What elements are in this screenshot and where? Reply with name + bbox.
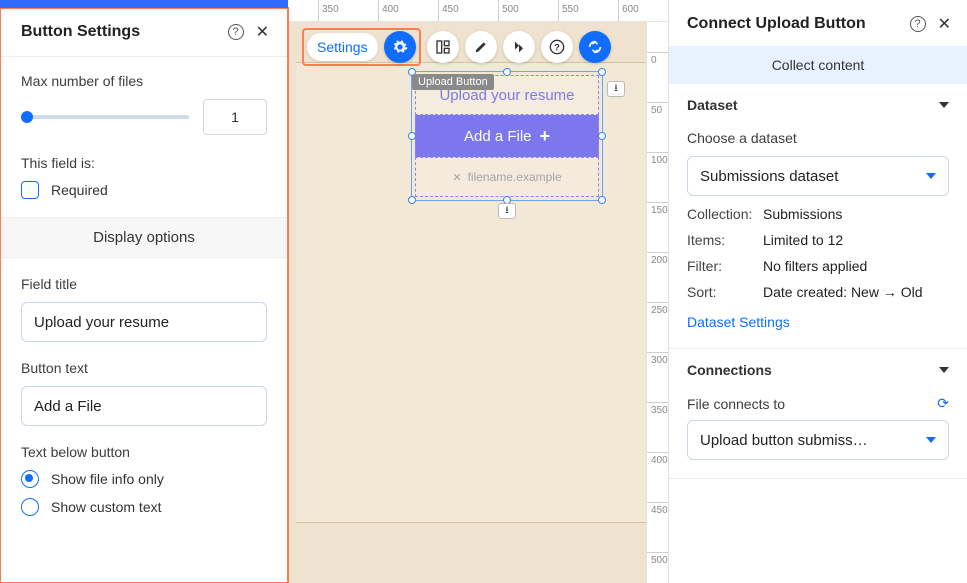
widget-type-label: Upload Button [412,74,494,90]
button-text-input[interactable] [21,386,267,426]
widget-button-text: Add a File [464,128,532,145]
connect-panel: Connect Upload Button ? ✕ Collect conten… [668,0,967,583]
required-checkbox[interactable] [21,181,39,199]
ruler-vertical: 0 50 100 150 200 250 300 350 400 450 500 [646,22,668,583]
layout-icon[interactable] [427,31,459,63]
ruler-tick: 450 [647,502,668,516]
section-title: Dataset [687,97,738,113]
ruler-tick: 500 [498,0,519,21]
connections-section: Connections File connects to ⟳ Upload bu… [669,349,967,479]
ruler-tick: 400 [378,0,399,21]
top-accent-bar [0,0,288,8]
dataset-section-header[interactable]: Dataset [669,84,967,126]
field-title-label: Field title [21,276,267,292]
remove-file-icon: ✕ [452,171,461,184]
section-title: Connections [687,362,772,378]
chevron-down-icon [926,437,936,443]
max-files-value[interactable]: 1 [203,99,267,135]
ruler-tick: 100 [647,152,668,166]
ruler-tick: 0 [647,52,668,66]
element-toolbar: Settings ? [302,28,611,66]
radio-custom-text[interactable]: Show custom text [21,498,267,516]
radio-icon [21,470,39,488]
help-icon[interactable]: ? [228,24,244,40]
collection-key: Collection: [687,206,763,222]
connections-section-header[interactable]: Connections [669,349,967,391]
widget-file-info-area: ✕ filename.example [415,157,599,197]
sync-icon[interactable]: ⟳ [937,395,949,412]
button-text-label: Button text [21,360,267,376]
filter-key: Filter: [687,258,763,274]
panel-header: Button Settings ? ✕ [1,8,287,57]
close-icon[interactable]: ✕ [256,22,269,42]
chevron-down-icon [939,367,949,373]
items-key: Items: [687,232,763,248]
ruler-tick: 550 [558,0,579,21]
plus-icon: + [540,127,551,145]
radio-label: Show custom text [51,499,162,515]
ruler-tick: 250 [647,302,668,316]
help-icon[interactable]: ? [910,16,926,32]
ruler-tick: 450 [438,0,459,21]
settings-button[interactable]: Settings [307,33,378,61]
ruler-horizontal: 350 400 450 500 550 600 [288,0,668,22]
filter-value: No filters applied [763,258,867,274]
animation-icon[interactable] [503,31,535,63]
settings-tool-group: Settings [302,28,421,66]
ruler-tick: 300 [647,352,668,366]
download-handle-icon[interactable]: ⭳ [607,81,625,97]
collection-value: Submissions [763,206,842,222]
chevron-down-icon [926,173,936,179]
collect-content-tab[interactable]: Collect content [669,46,967,84]
button-settings-panel: Button Settings ? ✕ Max number of files … [0,8,288,583]
choose-dataset-label: Choose a dataset [687,130,949,146]
dataset-select[interactable]: Submissions dataset [687,156,949,196]
close-icon[interactable]: ✕ [938,14,951,34]
connect-panel-header: Connect Upload Button ? ✕ [669,0,967,46]
gear-icon[interactable] [384,31,416,63]
help-tool-icon[interactable]: ? [541,31,573,63]
ruler-tick: 400 [647,452,668,466]
file-connects-label: File connects to [687,396,785,412]
field-is-label: This field is: [21,155,267,171]
ruler-tick: 150 [647,202,668,216]
file-connects-select[interactable]: Upload button submiss… [687,420,949,460]
file-connects-value: Upload button submiss… [700,432,926,449]
field-title-input[interactable] [21,302,267,342]
connect-panel-title: Connect Upload Button [687,15,910,33]
sort-value: Date created: New → Old [763,284,923,300]
radio-icon [21,498,39,516]
items-value: Limited to 12 [763,232,843,248]
ruler-tick: 350 [647,402,668,416]
widget-add-file-button[interactable]: Add a File + [415,115,599,157]
radio-label: Show file info only [51,471,164,487]
svg-text:?: ? [554,42,560,52]
design-icon[interactable] [465,31,497,63]
panel-title: Button Settings [21,23,228,41]
dataset-select-value: Submissions dataset [700,168,926,185]
chevron-down-icon [939,102,949,108]
max-files-label: Max number of files [21,73,267,89]
radio-file-info[interactable]: Show file info only [21,470,267,488]
ruler-tick: 500 [647,552,668,566]
ruler-tick: 200 [647,252,668,266]
max-files-slider[interactable] [21,112,189,122]
sort-key: Sort: [687,284,763,300]
ruler-tick: 50 [647,102,668,116]
display-options-header: Display options [1,217,287,258]
connect-data-icon[interactable] [579,31,611,63]
text-below-label: Text below button [21,444,267,460]
dataset-settings-link[interactable]: Dataset Settings [687,314,790,330]
dataset-section: Dataset Choose a dataset Submissions dat… [669,84,967,349]
ruler-tick: 600 [618,0,639,21]
filename-text: filename.example [468,170,562,184]
upload-button-widget[interactable]: Upload Button Upload your resume Add a F… [415,75,599,197]
download-handle-icon[interactable]: ⭳ [498,203,516,219]
required-label: Required [51,182,108,198]
ruler-tick: 350 [318,0,339,21]
